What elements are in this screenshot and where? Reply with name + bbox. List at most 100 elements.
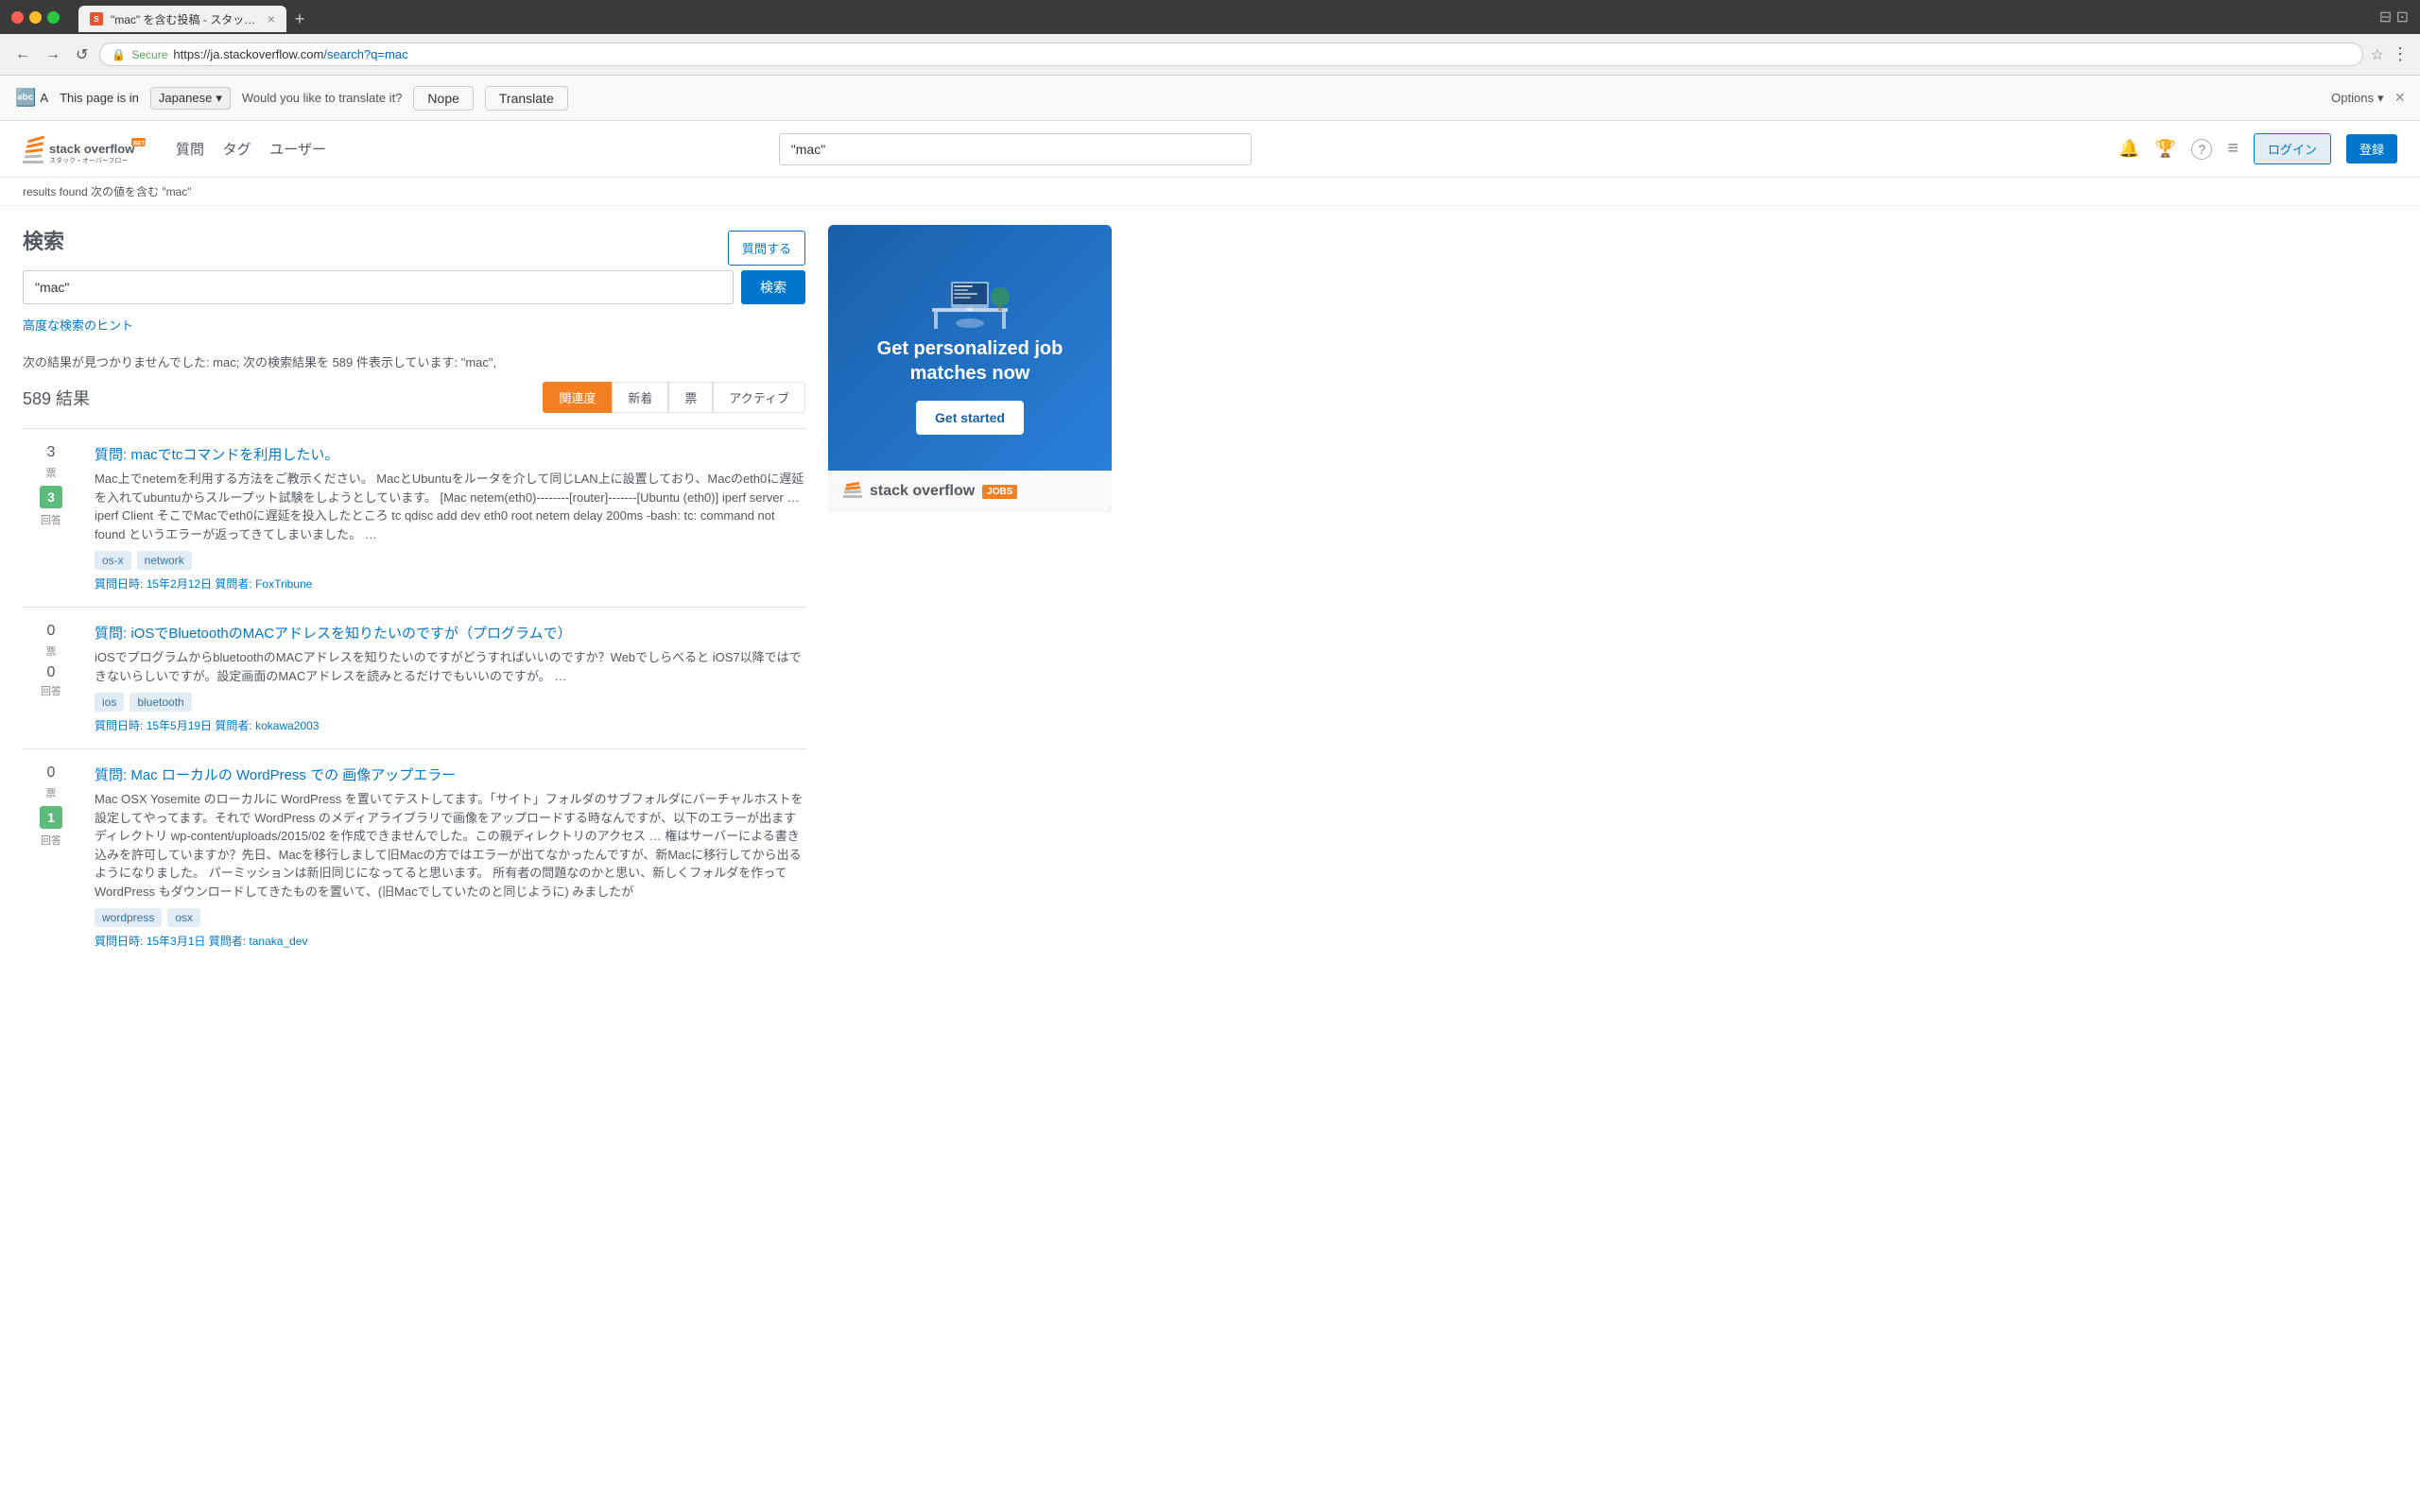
search-submit-button[interactable]: 検索 [741, 270, 805, 304]
sort-active[interactable]: アクティブ [713, 382, 805, 413]
header-search-input[interactable] [779, 133, 1252, 165]
address-bar: ← → ↺ 🔒 Secure https://ja.stackoverflow.… [0, 34, 2420, 76]
vote-column: 3 票 3 回答 [23, 444, 79, 592]
site-header: stack overflow スタック・オーバーフロー BETA 質問 タグ ユ… [0, 121, 2420, 178]
address-input-wrap[interactable]: 🔒 Secure https://ja.stackoverflow.com/se… [99, 43, 2362, 66]
close-traffic-light[interactable] [11, 11, 24, 24]
so-jobs-label: stack overflow [870, 483, 975, 500]
so-jobs-logo: stack overflow JOBS [828, 471, 1112, 512]
tab-favicon: S [90, 12, 103, 26]
asked-date: 15年3月1日 [147, 935, 206, 948]
vote-count: 0 [23, 765, 79, 782]
site-logo[interactable]: stack overflow スタック・オーバーフロー BETA [23, 132, 146, 166]
asked-label: 質問日時: [95, 577, 143, 591]
vote-column: 0 票 0 回答 [23, 623, 79, 733]
sort-relevance[interactable]: 関連度 [543, 382, 612, 413]
translate-question-text: Would you like to translate it? [242, 91, 403, 105]
answer-count: 0 [23, 664, 79, 681]
minimize-traffic-light[interactable] [29, 11, 42, 24]
register-button[interactable]: 登録 [2346, 134, 2397, 163]
translate-notice: results found 次の値を含む "mac" [0, 178, 2420, 206]
question-title[interactable]: 質問: iOSでBluetoothのMACアドレスを知りたいのですが（プログラム… [95, 623, 805, 643]
vote-label: 票 [23, 644, 79, 659]
maximize-traffic-light[interactable] [47, 11, 60, 24]
language-select[interactable]: Japanese ▾ [150, 87, 231, 110]
svg-text:BETA: BETA [133, 141, 146, 146]
vote-count: 3 [23, 444, 79, 461]
translate-close-button[interactable]: × [2394, 88, 2405, 108]
logo-svg: stack overflow スタック・オーバーフロー BETA [23, 132, 146, 166]
new-tab-button[interactable]: + [286, 6, 313, 32]
help-icon[interactable]: ? [2191, 139, 2212, 160]
asked-label: 質問日時: [95, 719, 143, 732]
asked-date: 15年2月12日 [147, 577, 212, 591]
question-title[interactable]: 質問: macでtcコマンドを利用したい。 [95, 444, 805, 464]
achievements-icon[interactable]: 🏆 [2155, 139, 2176, 159]
translate-options[interactable]: Options ▾ [2331, 91, 2383, 106]
chevron-down-icon: ▾ [2377, 91, 2384, 106]
vote-column: 0 票 1 回答 [23, 765, 79, 949]
tag[interactable]: osx [167, 908, 200, 927]
question-excerpt: Mac OSX Yosemite のローカルに WordPress を置いてテス… [95, 790, 805, 901]
refresh-button[interactable]: ↺ [72, 42, 92, 68]
page-is-in-text: This page is in [60, 91, 139, 105]
tag[interactable]: os-x [95, 551, 131, 570]
ask-question-button[interactable]: 質問する [728, 231, 805, 266]
sort-votes[interactable]: 票 [668, 382, 713, 413]
so-jobs-icon [843, 482, 862, 501]
bookmark-button[interactable]: ☆ [2371, 45, 2384, 64]
search-main-input[interactable] [23, 270, 734, 304]
question-item: 0 票 1 回答 質問: Mac ローカルの WordPress での 画像アッ… [23, 748, 805, 964]
ad-illustration [923, 261, 1017, 336]
asker-label: 質問者: [215, 719, 251, 732]
results-count: 589 結果 [23, 386, 90, 410]
translate-notice-text: results found 次の値を含む "mac" [23, 185, 192, 198]
tag[interactable]: network [137, 551, 192, 570]
ad-title: Get personalized job matches now [847, 336, 1093, 386]
browser-menu-button[interactable]: ⋮ [2392, 44, 2409, 64]
svg-text:スタック・オーバーフロー: スタック・オーバーフロー [49, 156, 128, 164]
forward-button[interactable]: → [42, 43, 64, 67]
sort-tabs: 関連度 新着 票 アクティブ [543, 382, 805, 413]
ad-cta-button[interactable]: Get started [916, 401, 1024, 435]
tab-bar: S "mac" を含む投稿 - スタック・オ... × + [67, 2, 324, 32]
language-value: Japanese [159, 91, 212, 105]
question-title[interactable]: 質問: Mac ローカルの WordPress での 画像アップエラー [95, 765, 805, 784]
translate-bar: 🔤 A This page is in Japanese ▾ Would you… [0, 76, 2420, 121]
asker-label: 質問者: [215, 577, 251, 591]
sort-newest[interactable]: 新着 [612, 382, 668, 413]
search-hint-link[interactable]: 高度な検索のヒント [23, 318, 133, 333]
nav-users[interactable]: ユーザー [262, 138, 334, 162]
url-base: https://ja.stackoverflow.com [173, 47, 323, 61]
question-item: 3 票 3 回答 質問: macでtcコマンドを利用したい。 Mac上でnete… [23, 428, 805, 607]
search-title: 検索 [23, 225, 64, 255]
inbox-icon[interactable]: 🔔 [2118, 139, 2139, 159]
tag[interactable]: ios [95, 693, 124, 712]
asker-name[interactable]: tanaka_dev [249, 935, 307, 948]
browser-tab[interactable]: S "mac" を含む投稿 - スタック・オ... × [78, 6, 286, 32]
ad-box: Get personalized job matches now Get sta… [828, 225, 1112, 512]
tag[interactable]: bluetooth [130, 693, 191, 712]
question-meta: 質問日時: 15年5月19日 質問者: kokawa2003 [95, 717, 805, 733]
nav-questions[interactable]: 質問 [168, 138, 212, 162]
asker-name[interactable]: FoxTribune [255, 577, 312, 591]
so-jobs-tag: JOBS [982, 485, 1017, 499]
tab-close-btn[interactable]: × [268, 11, 275, 26]
question-content: 質問: macでtcコマンドを利用したい。 Mac上でnetemを利用する方法を… [95, 444, 805, 592]
search-bar-wrap: 検索 [23, 270, 805, 304]
traffic-lights [11, 11, 60, 24]
chevron-down-icon: ▾ [216, 91, 222, 106]
nav-tags[interactable]: タグ [216, 138, 259, 162]
tag[interactable]: wordpress [95, 908, 162, 927]
asker-name[interactable]: kokawa2003 [255, 719, 319, 732]
back-button[interactable]: ← [11, 43, 34, 67]
nope-button[interactable]: Nope [413, 86, 473, 111]
login-button[interactable]: ログイン [2254, 133, 2331, 164]
left-column: 検索 質問する 検索 高度な検索のヒント 次の結果が見つかりませんでした: ma… [23, 225, 805, 964]
translate-button[interactable]: Translate [485, 86, 568, 111]
site-switcher-icon[interactable]: ≡ [2227, 138, 2238, 160]
question-tags: ios bluetooth [95, 693, 805, 712]
vote-count: 0 [23, 623, 79, 640]
question-tags: wordpress osx [95, 908, 805, 927]
main-nav: 質問 タグ ユーザー [168, 139, 334, 159]
